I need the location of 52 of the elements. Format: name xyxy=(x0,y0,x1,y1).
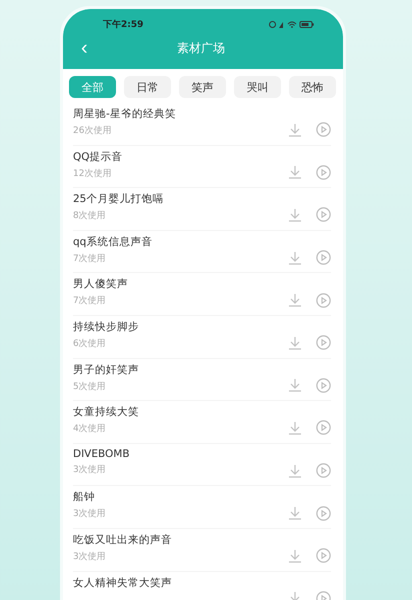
play-icon[interactable] xyxy=(316,548,331,564)
usage-count: 6次使用 xyxy=(73,338,107,350)
status-time: 下午2:59 xyxy=(103,18,144,31)
sound-title: DIVEBOMB xyxy=(73,448,131,460)
download-icon[interactable] xyxy=(288,506,302,520)
usage-count: 8次使用 xyxy=(73,210,107,222)
sound-title: 吃饭又吐出来的声音 xyxy=(73,532,173,547)
sound-title: 周星驰-星爷的经典笑 xyxy=(73,107,177,121)
download-icon[interactable] xyxy=(288,293,302,308)
usage-count: 5次使用 xyxy=(73,380,107,393)
usage-count: 3次使用 xyxy=(73,508,107,520)
sound-title: 男子的奸笑声 xyxy=(73,362,140,377)
usage-count: 3次使用 xyxy=(73,464,107,476)
play-icon[interactable] xyxy=(316,335,331,350)
download-icon[interactable] xyxy=(288,420,302,435)
sound-title: 船钟 xyxy=(73,490,96,504)
play-icon[interactable] xyxy=(316,420,331,436)
page-title: 素材广场 xyxy=(177,40,225,56)
category-tab[interactable]: 笑声 xyxy=(179,76,226,98)
sound-title: 持续快步脚步 xyxy=(73,320,140,334)
usage-count: 7次使用 xyxy=(73,294,107,308)
play-icon[interactable] xyxy=(316,250,331,266)
download-icon[interactable] xyxy=(288,208,302,222)
play-icon[interactable] xyxy=(316,463,331,478)
play-icon[interactable] xyxy=(316,378,331,393)
usage-count: 3次使用 xyxy=(73,550,107,563)
play-icon[interactable] xyxy=(316,164,331,180)
status-icons xyxy=(269,20,315,29)
download-icon[interactable] xyxy=(288,378,302,392)
download-icon[interactable] xyxy=(288,336,302,350)
play-icon[interactable] xyxy=(316,292,331,308)
download-icon[interactable] xyxy=(288,464,302,478)
usage-count: 26次使用 xyxy=(73,124,112,137)
play-icon[interactable] xyxy=(316,122,331,138)
sound-title: 男人傻笑声 xyxy=(73,277,129,292)
usage-count: 4次使用 xyxy=(73,422,107,436)
category-tab[interactable]: 日常 xyxy=(124,76,171,98)
sound-title: 女人精神失常大笑声 xyxy=(73,576,173,590)
usage-count: 12次使用 xyxy=(73,168,112,180)
usage-count: 7次使用 xyxy=(73,252,107,265)
sound-title: QQ提示音 xyxy=(73,150,124,164)
download-icon[interactable] xyxy=(288,165,302,180)
sound-title: 25个月婴儿打饱嗝 xyxy=(73,192,164,206)
sound-title: 女童持续大笑 xyxy=(73,405,140,420)
download-icon[interactable] xyxy=(288,548,302,563)
category-tab[interactable]: 恐怖 xyxy=(289,76,336,98)
category-tab[interactable]: 哭叫 xyxy=(234,76,281,98)
play-icon[interactable] xyxy=(316,207,331,222)
play-icon[interactable] xyxy=(316,506,331,521)
download-icon[interactable] xyxy=(288,122,302,137)
sound-title: qq系统信息声音 xyxy=(73,234,154,249)
download-icon[interactable] xyxy=(288,250,302,265)
